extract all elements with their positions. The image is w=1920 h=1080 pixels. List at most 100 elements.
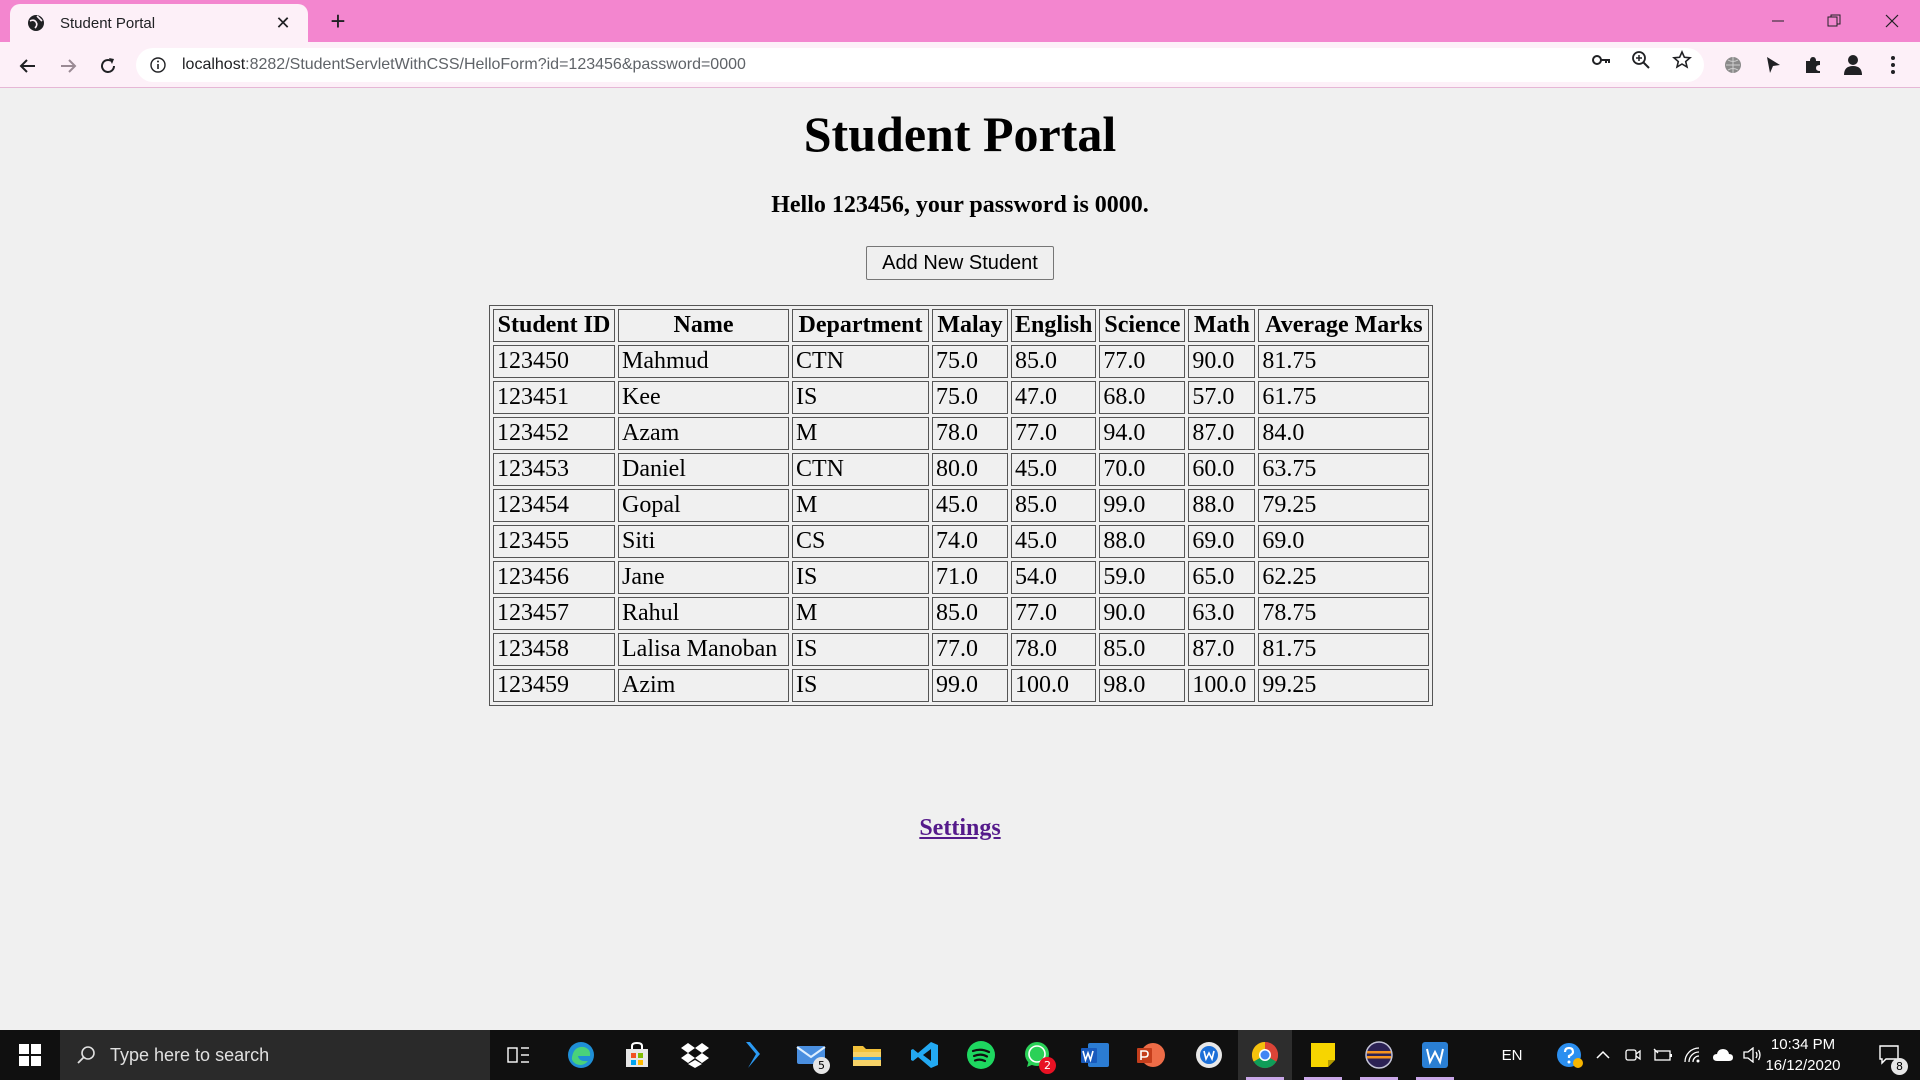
taskbar-store[interactable] (610, 1030, 664, 1080)
zoom-icon[interactable] (1630, 49, 1652, 71)
taskbar-word[interactable] (1068, 1030, 1122, 1080)
cell-english: 77.0 (1011, 417, 1097, 450)
password-key-icon[interactable] (1590, 49, 1612, 71)
notification-center-button[interactable]: 8 (1866, 1030, 1914, 1080)
taskbar-file-explorer[interactable] (840, 1030, 894, 1080)
settings-link[interactable]: Settings (919, 815, 1000, 841)
taskbar-clock[interactable]: 10:34 PM 16/12/2020 (1758, 1034, 1848, 1076)
taskbar-powershell[interactable] (726, 1030, 780, 1080)
url-host: localhost (182, 56, 246, 73)
cell-average: 78.75 (1258, 597, 1430, 630)
new-tab-button[interactable]: + (322, 6, 354, 38)
cell-english: 77.0 (1011, 597, 1097, 630)
table-row: 123456 Jane IS 71.0 54.0 59.0 65.0 62.25 (493, 561, 1430, 594)
extension-globe-icon[interactable] (1720, 52, 1746, 78)
taskbar-wsl-app[interactable] (1182, 1030, 1236, 1080)
task-view-icon (507, 1047, 529, 1063)
start-button[interactable] (0, 1030, 60, 1080)
globe-icon (28, 15, 44, 31)
taskbar-spotify[interactable] (954, 1030, 1008, 1080)
wifi-icon[interactable] (1680, 1030, 1706, 1080)
header-english: English (1011, 309, 1097, 342)
taskbar-edge[interactable] (554, 1030, 608, 1080)
lightning-icon (746, 1042, 760, 1068)
spotify-icon (967, 1041, 995, 1069)
eclipse-icon (1365, 1041, 1393, 1069)
close-tab-icon[interactable]: ✕ (272, 13, 294, 33)
cell-english: 85.0 (1011, 489, 1097, 522)
cell-math: 87.0 (1188, 633, 1256, 666)
onedrive-cloud-icon[interactable] (1710, 1030, 1736, 1080)
address-bar[interactable]: localhost:8282/StudentServletWithCSS/Hel… (136, 48, 1704, 82)
cell-math: 100.0 (1188, 669, 1256, 702)
taskbar-search-box[interactable]: Type here to search (60, 1030, 490, 1080)
table-row: 123451 Kee IS 75.0 47.0 68.0 57.0 61.75 (493, 381, 1430, 414)
minimize-button[interactable] (1750, 0, 1806, 42)
info-icon[interactable] (150, 57, 166, 73)
cell-english: 47.0 (1011, 381, 1097, 414)
cell-math: 90.0 (1188, 345, 1256, 378)
taskbar-dropbox[interactable] (668, 1030, 722, 1080)
whatsapp-badge: 2 (1039, 1057, 1056, 1074)
extensions-puzzle-icon[interactable] (1800, 52, 1826, 78)
taskbar-eclipse[interactable] (1352, 1030, 1406, 1080)
add-new-student-button[interactable]: Add New Student (866, 246, 1054, 280)
taskbar-vscode[interactable] (898, 1030, 952, 1080)
cell-science: 99.0 (1099, 489, 1186, 522)
cell-english: 45.0 (1011, 453, 1097, 486)
cell-student-id: 123457 (493, 597, 615, 630)
taskbar-sticky-notes[interactable] (1296, 1030, 1350, 1080)
cell-name: Siti (618, 525, 789, 558)
table-row: 123455 Siti CS 74.0 45.0 88.0 69.0 69.0 (493, 525, 1430, 558)
forward-button[interactable] (52, 50, 84, 82)
language-indicator[interactable]: EN (1496, 1030, 1528, 1080)
menu-kebab-icon[interactable] (1880, 52, 1906, 78)
restore-button[interactable] (1806, 0, 1862, 42)
cell-average: 62.25 (1258, 561, 1430, 594)
minimize-icon (1772, 20, 1784, 22)
task-view-button[interactable] (492, 1030, 546, 1080)
table-row: 123452 Azam M 78.0 77.0 94.0 87.0 84.0 (493, 417, 1430, 450)
table-row: 123454 Gopal M 45.0 85.0 99.0 88.0 79.25 (493, 489, 1430, 522)
search-icon (77, 1046, 95, 1064)
show-hidden-icons-button[interactable] (1592, 1030, 1614, 1080)
close-icon (1885, 14, 1899, 28)
extension-cursor-icon[interactable] (1760, 52, 1786, 78)
cell-malay: 71.0 (932, 561, 1008, 594)
edge-icon (568, 1042, 594, 1068)
cell-department: IS (792, 381, 929, 414)
cell-english: 78.0 (1011, 633, 1097, 666)
taskbar-writer-app[interactable] (1408, 1030, 1462, 1080)
taskbar-whatsapp[interactable]: 2 (1010, 1030, 1064, 1080)
cell-student-id: 123450 (493, 345, 615, 378)
cell-student-id: 123452 (493, 417, 615, 450)
cell-malay: 77.0 (932, 633, 1008, 666)
table-row: 123458 Lalisa Manoban IS 77.0 78.0 85.0 … (493, 633, 1430, 666)
powerpoint-icon (1137, 1043, 1165, 1067)
cell-malay: 75.0 (932, 381, 1008, 414)
reload-button[interactable] (92, 50, 124, 82)
clock-date: 16/12/2020 (1765, 1057, 1841, 1074)
cell-average: 81.75 (1258, 345, 1430, 378)
battery-icon[interactable] (1650, 1030, 1676, 1080)
bookmark-star-icon[interactable] (1671, 49, 1693, 71)
profile-avatar-icon[interactable] (1840, 52, 1866, 78)
cell-student-id: 123458 (493, 633, 615, 666)
table-body: 123450 Mahmud CTN 75.0 85.0 77.0 90.0 81… (493, 345, 1430, 702)
cell-average: 69.0 (1258, 525, 1430, 558)
cell-department: CTN (792, 345, 929, 378)
back-button[interactable] (12, 50, 44, 82)
taskbar-chrome[interactable] (1238, 1030, 1292, 1080)
browser-tab[interactable]: Student Portal ✕ (10, 4, 308, 42)
taskbar-powerpoint[interactable] (1124, 1030, 1178, 1080)
help-tray-icon[interactable] (1552, 1030, 1588, 1080)
sticky-notes-icon (1311, 1043, 1335, 1067)
cell-name: Lalisa Manoban (618, 633, 789, 666)
taskbar-mail[interactable]: 5 (784, 1030, 838, 1080)
close-window-button[interactable] (1864, 0, 1920, 42)
meet-now-icon[interactable] (1620, 1030, 1646, 1080)
cell-student-id: 123454 (493, 489, 615, 522)
cell-student-id: 123456 (493, 561, 615, 594)
cell-average: 61.75 (1258, 381, 1430, 414)
cell-malay: 75.0 (932, 345, 1008, 378)
